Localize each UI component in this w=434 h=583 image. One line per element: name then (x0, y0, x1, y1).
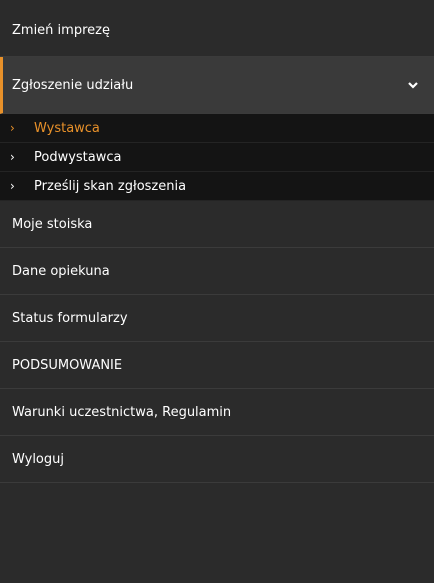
chevron-right-icon: › (10, 150, 15, 164)
change-event-item[interactable]: Zmień imprezę (0, 0, 434, 57)
caretaker-data-label: Dane opiekuna (12, 263, 110, 279)
caretaker-data-item[interactable]: Dane opiekuna (0, 248, 434, 295)
terms-label: Warunki uczestnictwa, Regulamin (12, 404, 232, 420)
chevron-right-icon: › (10, 179, 15, 193)
forms-status-label: Status formularzy (12, 310, 128, 326)
logout-item[interactable]: Wyloguj (0, 436, 434, 483)
summary-item[interactable]: PODSUMOWANIE (0, 342, 434, 389)
submenu-item-send-scan-label: Prześlij skan zgłoszenia (34, 178, 187, 194)
change-event-label: Zmień imprezę (12, 22, 110, 38)
chevron-down-icon[interactable] (407, 79, 419, 91)
participation-label: Zgłoszenie udziału (12, 77, 134, 93)
summary-label: PODSUMOWANIE (12, 357, 123, 373)
submenu-item-sub-exhibitor[interactable]: › Podwystawca (0, 143, 434, 172)
logout-label: Wyloguj (12, 451, 64, 467)
my-stands-label: Moje stoiska (12, 216, 93, 232)
submenu-item-exhibitor[interactable]: › Wystawca (0, 114, 434, 143)
menu-filler (0, 483, 434, 530)
my-stands-item[interactable]: Moje stoiska (0, 201, 434, 248)
participation-submenu: › Wystawca › Podwystawca › Prześlij skan… (0, 114, 434, 201)
terms-item[interactable]: Warunki uczestnictwa, Regulamin (0, 389, 434, 436)
chevron-right-icon: › (10, 121, 15, 135)
participation-item[interactable]: Zgłoszenie udziału (0, 57, 434, 114)
submenu-item-send-scan[interactable]: › Prześlij skan zgłoszenia (0, 172, 434, 201)
sidebar-menu: Zmień imprezę Zgłoszenie udziału › Wysta… (0, 0, 434, 583)
submenu-item-exhibitor-label: Wystawca (34, 120, 100, 136)
submenu-item-sub-exhibitor-label: Podwystawca (34, 149, 122, 165)
forms-status-item[interactable]: Status formularzy (0, 295, 434, 342)
